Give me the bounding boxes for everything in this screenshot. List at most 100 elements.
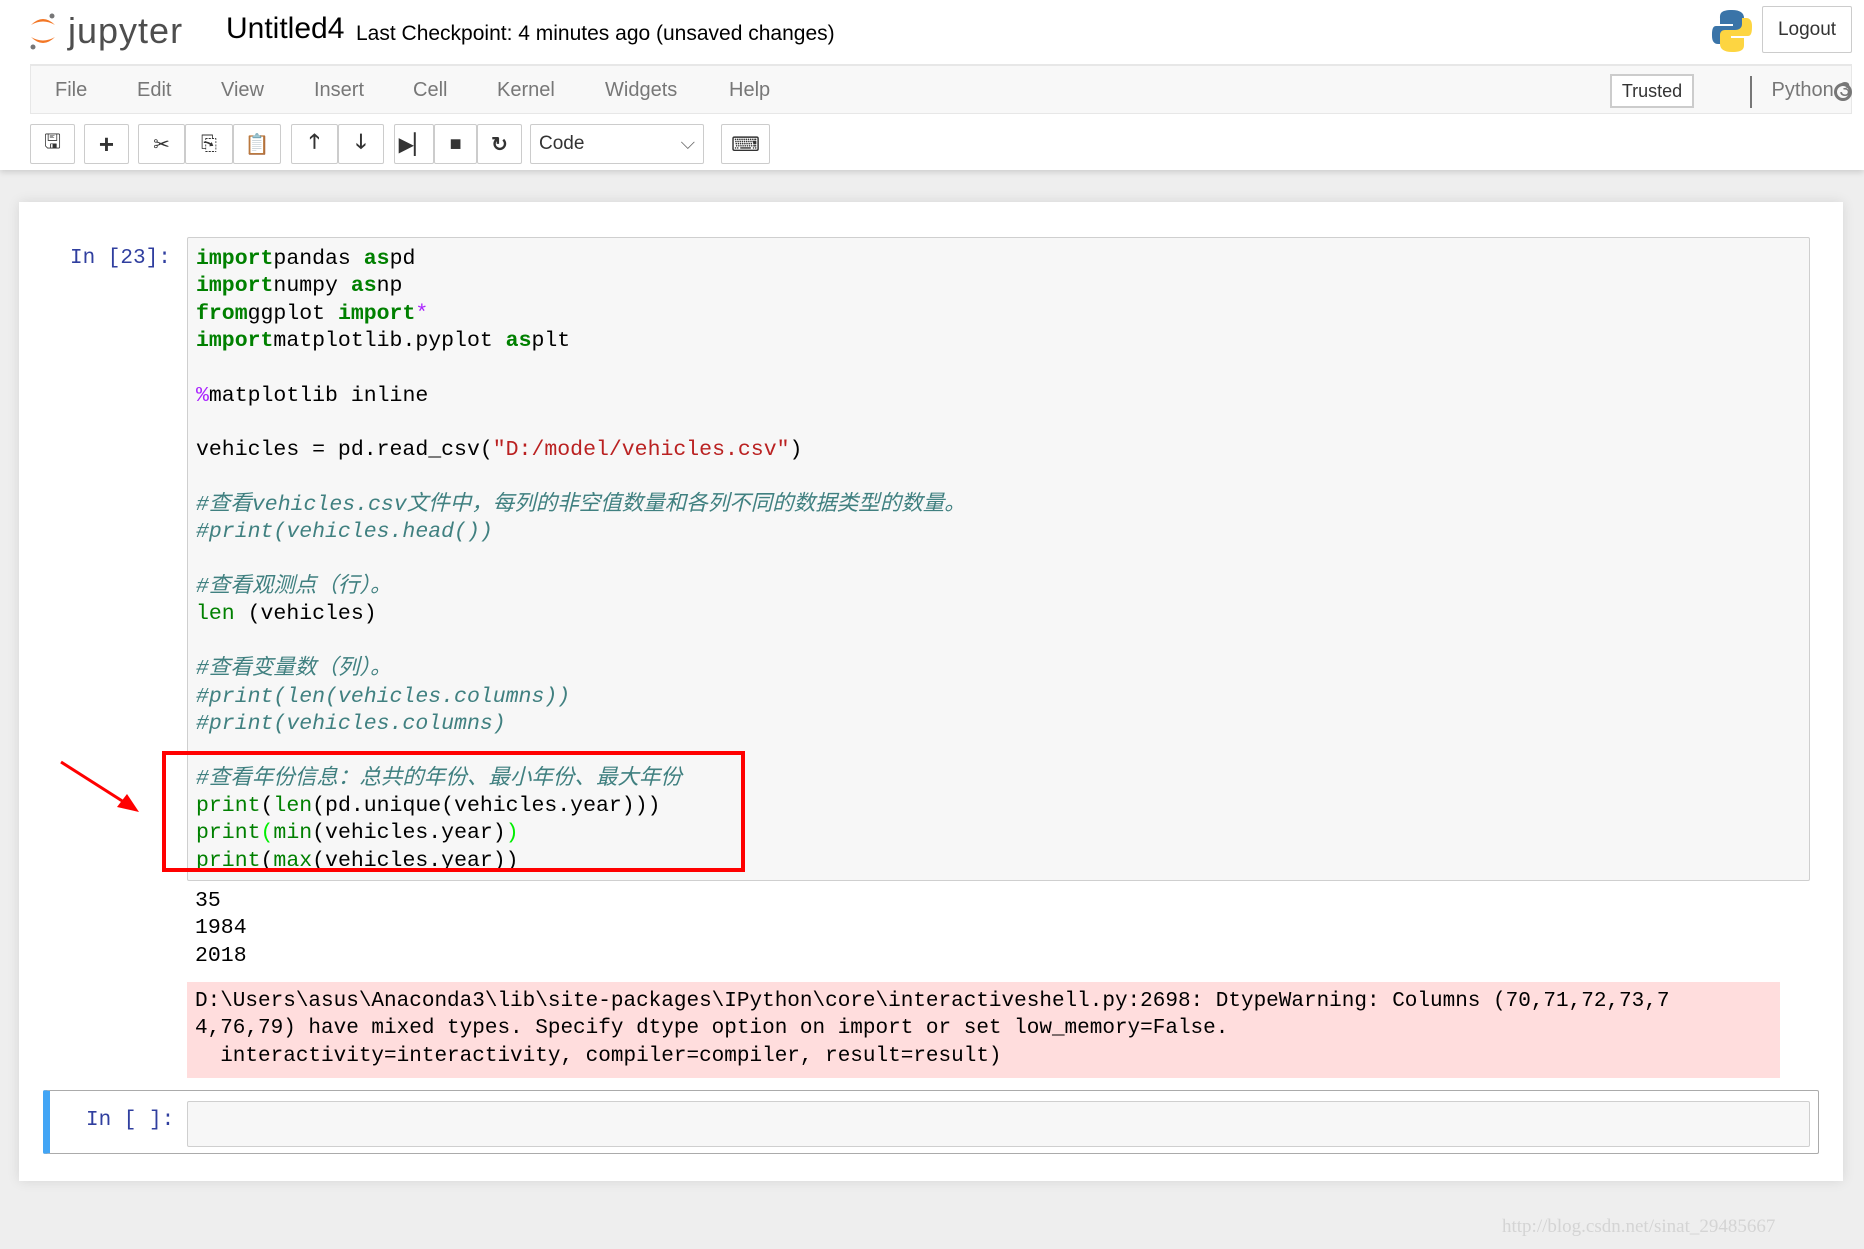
- python-logo-icon: [1712, 10, 1752, 52]
- code-token: len: [196, 602, 235, 627]
- cell-type-value: Code: [539, 133, 585, 154]
- save-icon: 🖫: [43, 131, 62, 153]
- code-token: as: [350, 274, 377, 299]
- arrow-down-icon: 🡓: [355, 131, 367, 153]
- code-cell-input[interactable]: [187, 1101, 1810, 1147]
- restart-button[interactable]: ↻: [477, 124, 522, 164]
- code-token: matplotlib.pyplot: [273, 329, 506, 354]
- run-icon: ▶▏: [398, 133, 430, 156]
- code-token: numpy: [273, 274, 351, 299]
- menu-kernel[interactable]: Kernel: [497, 79, 555, 102]
- code-token: #查看变量数（列）。: [196, 657, 392, 682]
- code-line: importpandas aspd: [196, 246, 1801, 273]
- notebook-title[interactable]: Untitled4: [226, 12, 344, 46]
- output-line: 1984: [195, 916, 247, 941]
- paste-button[interactable]: 📋: [233, 124, 281, 164]
- input-prompt: In [ ]:: [86, 1109, 175, 1132]
- code-token: plt: [531, 329, 571, 354]
- menu-widgets[interactable]: Widgets: [605, 79, 677, 102]
- annotation-arrow-icon: [60, 760, 139, 812]
- logo-text: jupyter: [68, 10, 184, 51]
- code-token: #查看vehicles.csv文件中，每列的非空值数量和各列不同的数据类型的数量…: [196, 493, 966, 518]
- stderr-line: D:\Users\asus\Anaconda3\lib\site-package…: [195, 990, 1670, 1013]
- stop-icon: ■: [449, 132, 462, 155]
- menu-help[interactable]: Help: [729, 79, 770, 102]
- kernel-idle-icon: [1834, 83, 1852, 101]
- code-line: %matplotlib inline: [196, 383, 1801, 410]
- code-token: import: [337, 301, 416, 326]
- code-token: import: [196, 274, 274, 299]
- code-token: matplotlib inline: [208, 383, 429, 408]
- code-token: (vehicles): [234, 602, 377, 627]
- menu-view[interactable]: View: [221, 79, 264, 102]
- restart-icon: ↻: [491, 133, 508, 156]
- copy-button[interactable]: ⎘: [185, 124, 233, 164]
- code-token: #print(vehicles.columns): [196, 711, 506, 736]
- code-line: #查看观测点（行）。: [196, 574, 1801, 601]
- code-token: ): [789, 438, 803, 463]
- code-line: importmatplotlib.pyplot asplt: [196, 328, 1801, 355]
- chevron-down-icon: ⌵: [680, 133, 695, 154]
- trusted-indicator[interactable]: Trusted: [1610, 74, 1694, 108]
- run-button[interactable]: ▶▏: [394, 124, 434, 164]
- header: jupyter Untitled4 Last Checkpoint: 4 min…: [0, 0, 1864, 170]
- code-token: %: [196, 383, 209, 408]
- code-token: ggplot: [247, 301, 338, 326]
- code-token: #查看观测点（行）。: [196, 575, 392, 600]
- code-token: import: [196, 329, 274, 354]
- code-token: np: [376, 274, 403, 299]
- stderr-line: interactivity=interactivity, compiler=co…: [195, 1044, 1002, 1068]
- output-line: 2018: [195, 943, 247, 968]
- code-token: #print(len(vehicles.columns)): [196, 684, 571, 709]
- code-line: importnumpy asnp: [196, 273, 1801, 300]
- code-token: *: [415, 301, 429, 326]
- move-down-button[interactable]: 🡓: [338, 124, 384, 164]
- checkpoint-status: Last Checkpoint: 4 minutes ago (unsaved …: [356, 22, 835, 45]
- watermark: http://blog.csdn.net/sinat_29485667: [1502, 1216, 1776, 1237]
- keyboard-icon: ⌨: [731, 133, 760, 156]
- jupyter-logo-icon: [30, 13, 55, 50]
- menu-insert[interactable]: Insert: [314, 79, 364, 102]
- menu-file[interactable]: File: [55, 79, 87, 102]
- output-line: 35: [195, 889, 221, 913]
- code-line: len (vehicles): [196, 601, 1801, 628]
- code-line: #print(vehicles.head()): [196, 519, 1801, 546]
- arrow-up-icon: 🡑: [309, 131, 320, 153]
- plus-icon: +: [98, 128, 115, 159]
- copy-icon: ⎘: [201, 132, 217, 155]
- code-line: #查看vehicles.csv文件中，每列的非空值数量和各列不同的数据类型的数量…: [196, 492, 1801, 519]
- save-button[interactable]: 🖫: [30, 124, 75, 164]
- menubar: File Edit View Insert Cell Kernel Widget…: [30, 64, 1852, 114]
- code-token: #print(vehicles.head()): [196, 520, 493, 545]
- input-prompt: In [23]:: [70, 247, 171, 270]
- code-token: as: [505, 329, 532, 354]
- menu-edit[interactable]: Edit: [137, 79, 171, 102]
- code-token: import: [196, 247, 274, 271]
- code-token: as: [363, 247, 390, 271]
- menu-cell[interactable]: Cell: [413, 79, 447, 102]
- code-token: pd: [389, 247, 416, 271]
- code-line: #查看变量数（列）。: [196, 656, 1801, 683]
- jupyter-logo[interactable]: jupyter: [28, 10, 183, 52]
- cut-icon: ✂: [153, 133, 170, 156]
- cell-output-stdout: 35 1984 2018: [195, 888, 247, 970]
- command-palette-button[interactable]: ⌨: [721, 124, 770, 164]
- code-token: "D:/model/vehicles.csv": [492, 438, 790, 463]
- logout-button[interactable]: Logout: [1762, 6, 1852, 53]
- cut-button[interactable]: ✂: [138, 124, 185, 164]
- move-up-button[interactable]: 🡑: [291, 124, 338, 164]
- insert-cell-button[interactable]: +: [84, 124, 129, 164]
- stop-button[interactable]: ■: [434, 124, 477, 164]
- cell-output-stderr: D:\Users\asus\Anaconda3\lib\site-package…: [187, 982, 1780, 1078]
- cell-type-select[interactable]: Code ⌵: [530, 124, 704, 164]
- code-token: pandas: [273, 247, 364, 271]
- code-line: #print(len(vehicles.columns)): [196, 684, 1801, 711]
- empty-code-cell-selected[interactable]: In [ ]:: [43, 1090, 1819, 1154]
- annotation-highlight-box: [162, 751, 745, 872]
- code-line: #print(vehicles.columns): [196, 711, 1801, 738]
- paste-icon: 📋: [244, 133, 270, 156]
